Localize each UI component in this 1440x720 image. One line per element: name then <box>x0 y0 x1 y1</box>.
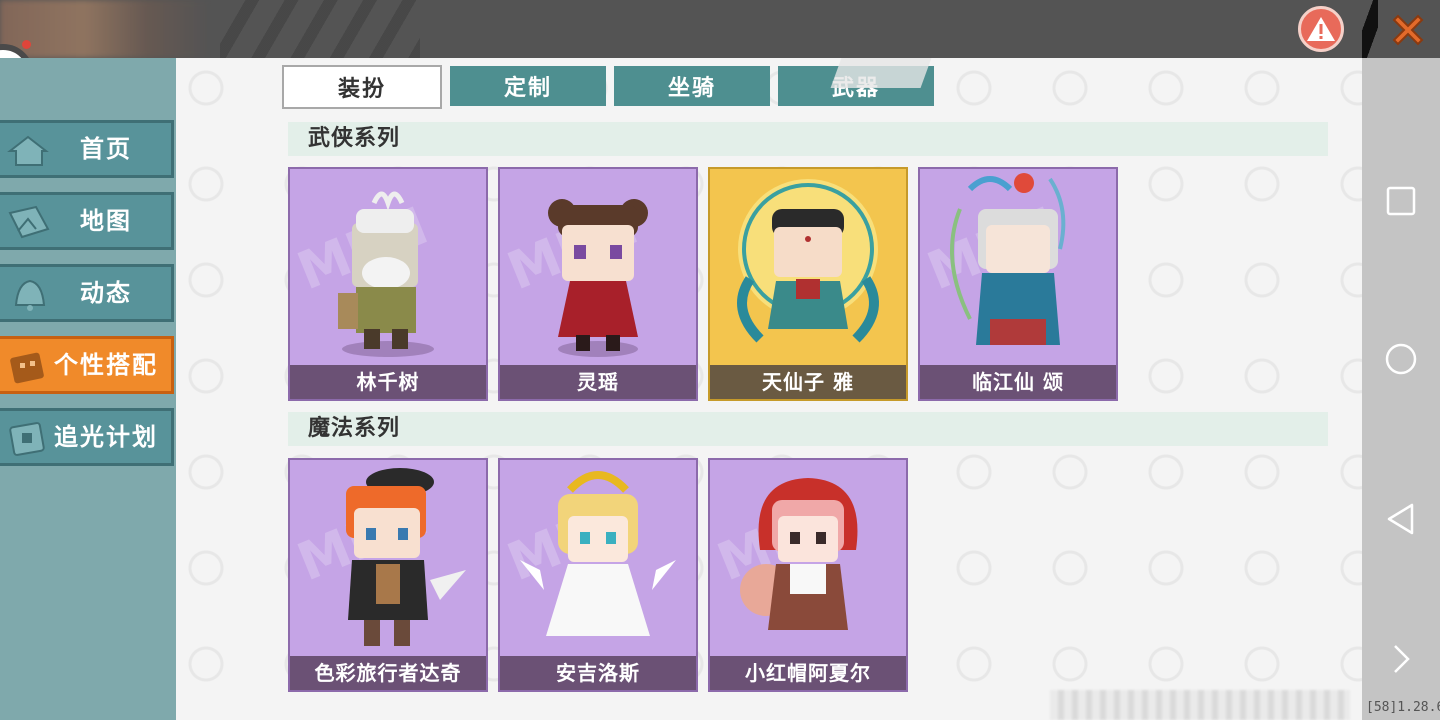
skin-card[interactable]: MINI 色彩旅行者达奇 <box>288 458 488 692</box>
character-elder-art <box>338 191 434 357</box>
close-button[interactable] <box>1386 8 1430 52</box>
skin-card[interactable]: MINI 灵瑶 <box>498 167 698 401</box>
chevron-right-icon[interactable] <box>1384 642 1418 676</box>
card-name: 林千树 <box>290 365 486 399</box>
card-name: 天仙子 雅 <box>710 365 906 399</box>
tab-outfit[interactable]: 装扮 <box>282 65 442 109</box>
sidebar-item-label: 地图 <box>80 207 132 235</box>
overlay-veil <box>830 58 932 88</box>
section-title: 魔法系列 <box>308 416 401 441</box>
sidebar-item-label: 追光计划 <box>54 423 158 451</box>
skin-card[interactable]: MINI 小红帽阿夏尔 <box>708 458 908 692</box>
sidebar-item-label: 首页 <box>80 135 132 163</box>
character-daqi-art <box>346 468 466 646</box>
house-icon <box>7 135 49 166</box>
skin-card[interactable]: MINI 林千树 <box>288 167 488 401</box>
decorative-stripes <box>220 0 420 58</box>
tab-mount[interactable]: 坐骑 <box>614 66 770 106</box>
sidebar-item-label: 动态 <box>80 279 132 307</box>
report-button[interactable] <box>1298 6 1344 52</box>
tab-label: 坐骑 <box>667 76 716 101</box>
dressup-icon <box>10 352 44 384</box>
section-header-wuxia: 武侠系列 <box>288 122 1328 156</box>
tab-label: 装扮 <box>337 77 386 102</box>
card-name: 色彩旅行者达奇 <box>290 656 486 690</box>
character-linjiangxian-art <box>950 173 1066 345</box>
skin-card[interactable]: 天仙子 雅 <box>708 167 908 401</box>
character-little-red-art <box>740 478 858 630</box>
tab-custom[interactable]: 定制 <box>450 66 606 106</box>
skin-card[interactable]: MINI 安吉洛斯 <box>498 458 698 692</box>
triangle-back-icon[interactable] <box>1384 502 1418 536</box>
sidebar: 首页 地图 动态 个性搭配 追光计划 <box>0 58 176 720</box>
version-label: [58]1.28.6 <box>1366 700 1440 715</box>
sidebar-item-map[interactable]: 地图 <box>0 192 174 250</box>
card-name: 灵瑶 <box>500 365 696 399</box>
blurred-title-area <box>0 0 210 58</box>
sidebar-item-label: 个性搭配 <box>54 351 158 379</box>
sidebar-item-feed[interactable]: 动态 <box>0 264 174 322</box>
bell-icon <box>14 279 46 311</box>
notification-dot <box>22 40 31 49</box>
character-tianxianzi-art <box>737 179 879 343</box>
sidebar-item-home[interactable]: 首页 <box>0 120 174 178</box>
character-lingyao-art <box>548 199 648 357</box>
square-recents-icon[interactable] <box>1384 184 1418 218</box>
close-x-icon <box>1392 14 1424 46</box>
spotlight-icon <box>9 422 45 456</box>
main-panel: 装扮 定制 坐骑 武器 武侠系列 MINI 林千树 MINI <box>176 58 1362 720</box>
card-name: 临江仙 颂 <box>920 365 1116 399</box>
section-title: 武侠系列 <box>308 126 401 151</box>
top-bar <box>0 0 1440 58</box>
section-header-magic: 魔法系列 <box>288 412 1328 446</box>
warning-triangle-icon <box>1307 17 1335 41</box>
card-name: 小红帽阿夏尔 <box>710 656 906 690</box>
skin-card[interactable]: MINI 临江仙 颂 <box>918 167 1118 401</box>
system-nav-bar <box>1362 58 1440 720</box>
circle-home-icon[interactable] <box>1384 342 1418 376</box>
card-name: 安吉洛斯 <box>500 656 696 690</box>
map-icon <box>8 205 50 239</box>
sidebar-item-dressup[interactable]: 个性搭配 <box>0 336 174 394</box>
divider <box>1362 0 1378 58</box>
sidebar-item-spotlight[interactable]: 追光计划 <box>0 408 174 466</box>
character-angelos-art <box>520 471 676 636</box>
tab-label: 定制 <box>503 76 552 101</box>
blurred-footer <box>1050 690 1350 720</box>
